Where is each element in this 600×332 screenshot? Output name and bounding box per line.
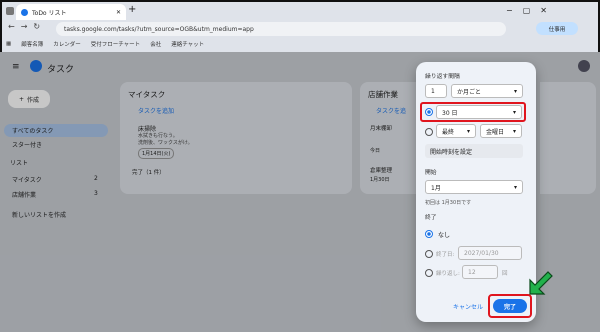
radio-day[interactable] (425, 108, 433, 116)
end-after-label: 繰り返し: (436, 271, 460, 277)
end-label: 終了 (425, 215, 437, 221)
week-select[interactable]: 最終 ▾ (436, 124, 476, 138)
close-tab-icon[interactable]: ✕ (116, 9, 121, 16)
tab-title: ToDo リスト (32, 9, 67, 17)
radio-end-date[interactable] (425, 250, 433, 258)
tab-menu-icon[interactable] (6, 7, 14, 15)
start-month-select[interactable]: 1月 ▾ (425, 180, 523, 194)
first-due-note: 初回は 1月30日です (425, 200, 472, 206)
chevron-down-icon: ▾ (513, 183, 517, 191)
arrow-pointer-icon (529, 271, 553, 295)
apps-icon[interactable]: ▦ (6, 41, 11, 47)
cancel-button[interactable]: キャンセル (448, 299, 488, 313)
radio-week[interactable] (425, 128, 433, 136)
radio-end-after[interactable] (425, 269, 433, 277)
bookmark-item[interactable]: カレンダー (53, 40, 81, 48)
nav-buttons[interactable]: ←→↻ (8, 22, 46, 31)
bookmark-item[interactable]: 顧客名簿 (21, 40, 43, 48)
chevron-down-icon: ▾ (513, 87, 517, 95)
new-tab-icon[interactable]: + (128, 4, 136, 15)
done-button[interactable]: 完了 (493, 299, 527, 313)
window-controls[interactable]: −▢✕ (506, 6, 557, 15)
end-after-unit: 回 (502, 271, 508, 277)
end-after-input[interactable]: 12 (462, 265, 498, 279)
start-label: 開始 (425, 170, 437, 176)
bookmark-item[interactable]: 受付フローチャート (91, 40, 140, 48)
chevron-down-icon: ▾ (512, 108, 516, 116)
end-date-label: 終了日: (436, 252, 455, 258)
browser-tab[interactable]: ToDo リスト ✕ (16, 4, 126, 20)
weekday-select[interactable]: 金曜日 ▾ (480, 124, 522, 138)
end-never-label: なし (438, 232, 451, 239)
day-select[interactable]: 30 日 ▾ (436, 105, 522, 119)
bookmark-item[interactable]: 連絡チャット (171, 40, 204, 48)
set-time-button[interactable]: 開始時刻を設定 (425, 144, 523, 158)
url-text: tasks.google.com/tasks/?utm_source=OGB&u… (64, 25, 254, 33)
bookmark-item[interactable]: 会社 (150, 40, 161, 48)
tasks-favicon-icon (21, 8, 28, 16)
address-bar[interactable]: tasks.google.com/tasks/?utm_source=OGB&u… (56, 22, 506, 36)
profile-button[interactable]: 仕事用 (536, 22, 578, 35)
interval-input[interactable]: 1 (425, 84, 447, 98)
repeat-label: 繰り返す間隔 (425, 74, 460, 80)
end-date-input[interactable]: 2027/01/30 (458, 246, 522, 260)
unit-select[interactable]: か月ごと ▾ (451, 84, 523, 98)
profile-label: 仕事用 (548, 26, 566, 33)
bookmarks-bar: ▦ 顧客名簿 カレンダー 受付フローチャート 会社 連絡チャット (0, 38, 600, 50)
radio-end-never[interactable] (425, 230, 433, 238)
